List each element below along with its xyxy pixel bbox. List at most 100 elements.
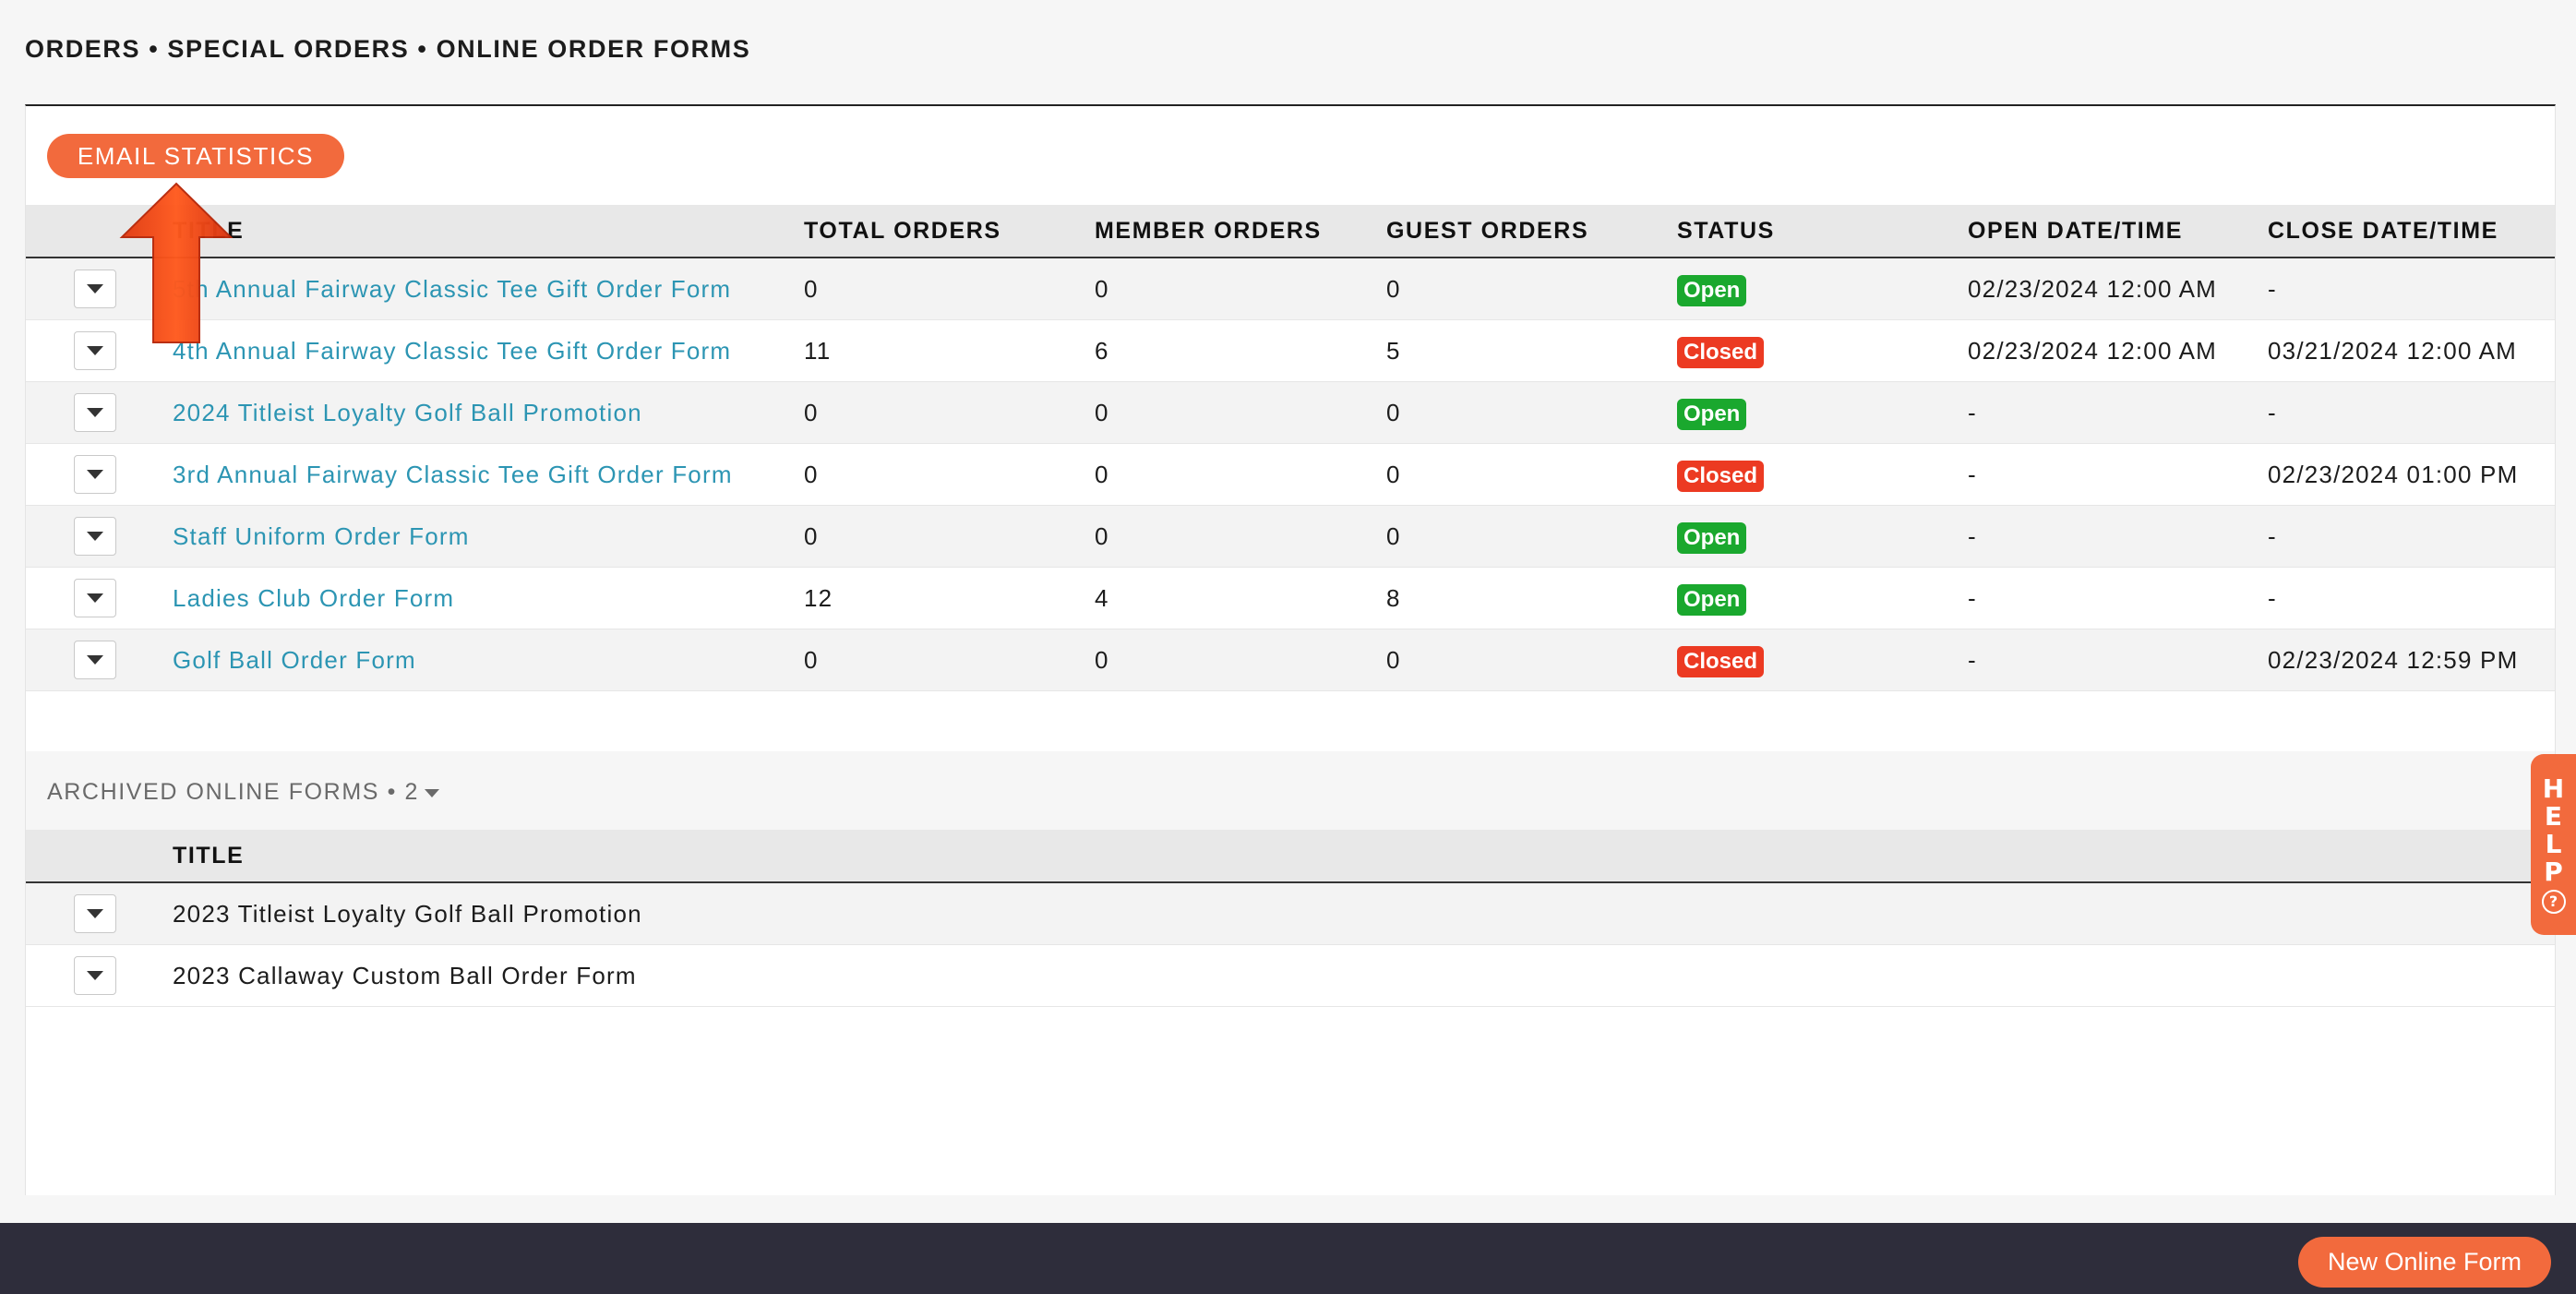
table-spacer — [26, 691, 2555, 754]
row-actions-dropdown[interactable] — [74, 894, 116, 933]
online-forms-table: TITLE TOTAL ORDERS MEMBER ORDERS GUEST O… — [26, 205, 2555, 754]
total-orders-cell: 0 — [804, 275, 819, 303]
table-row: Ladies Club Order Form 12 4 8 Open - - — [26, 568, 2555, 629]
table-row: 3rd Annual Fairway Classic Tee Gift Orde… — [26, 444, 2555, 506]
archived-forms-table: TITLE 2023 Titleist Loyalty Golf Ball Pr… — [26, 830, 2555, 1007]
table-row: 2023 Titleist Loyalty Golf Ball Promotio… — [26, 883, 2555, 945]
email-statistics-button[interactable]: EMAIL STATISTICS — [47, 134, 344, 178]
caret-down-icon — [87, 532, 103, 541]
table-row: Staff Uniform Order Form 0 0 0 Open - - — [26, 506, 2555, 568]
close-datetime-cell: 02/23/2024 01:00 PM — [2268, 461, 2519, 488]
caret-down-icon — [87, 655, 103, 665]
online-forms-panel: EMAIL STATISTICS TITLE TOTAL ORDERS MEMB… — [25, 104, 2556, 1195]
open-datetime-cell: - — [1968, 461, 1977, 488]
help-letter-p: P — [2544, 857, 2563, 887]
status-cell: Closed — [1677, 444, 1765, 505]
open-datetime-cell: - — [1968, 646, 1977, 674]
close-datetime-cell: 03/21/2024 12:00 AM — [2268, 337, 2518, 365]
status-badge: Closed — [1677, 461, 1765, 493]
form-title-link[interactable]: 3rd Annual Fairway Classic Tee Gift Orde… — [173, 444, 733, 505]
row-actions-dropdown[interactable] — [74, 331, 116, 370]
open-datetime-cell: - — [1968, 584, 1977, 612]
help-letter-h: H — [2542, 773, 2565, 804]
status-badge: Open — [1677, 522, 1747, 555]
header-guest-orders[interactable]: GUEST ORDERS — [1386, 205, 1588, 257]
member-orders-cell: 0 — [1095, 275, 1109, 303]
form-title-link[interactable]: 4th Annual Fairway Classic Tee Gift Orde… — [173, 320, 731, 381]
status-cell: Open — [1677, 382, 1747, 443]
status-badge: Closed — [1677, 337, 1765, 369]
caret-down-icon — [87, 971, 103, 980]
guest-orders-cell: 8 — [1386, 584, 1401, 612]
row-actions-dropdown[interactable] — [74, 455, 116, 494]
header-status[interactable]: STATUS — [1677, 205, 1775, 257]
total-orders-cell: 12 — [804, 584, 833, 612]
form-title-link[interactable]: Golf Ball Order Form — [173, 629, 416, 690]
guest-orders-cell: 5 — [1386, 337, 1401, 365]
status-cell: Closed — [1677, 320, 1765, 381]
close-datetime-cell: - — [2268, 275, 2277, 303]
status-badge: Closed — [1677, 646, 1765, 678]
archived-header-title[interactable]: TITLE — [173, 830, 244, 881]
archived-section-bar: ARCHIVED ONLINE FORMS • 2 — [26, 751, 2555, 830]
form-title-link[interactable]: 5th Annual Fairway Classic Tee Gift Orde… — [173, 258, 731, 319]
member-orders-cell: 6 — [1095, 337, 1109, 365]
row-actions-dropdown[interactable] — [74, 270, 116, 308]
total-orders-cell: 11 — [804, 337, 832, 365]
header-close-datetime[interactable]: CLOSE DATE/TIME — [2268, 205, 2498, 257]
status-badge: Open — [1677, 275, 1747, 307]
header-member-orders[interactable]: MEMBER ORDERS — [1095, 205, 1322, 257]
header-open-datetime[interactable]: OPEN DATE/TIME — [1968, 205, 2183, 257]
caret-down-icon — [87, 593, 103, 603]
row-actions-dropdown[interactable] — [74, 517, 116, 556]
open-datetime-cell: - — [1968, 522, 1977, 550]
close-datetime-cell: 02/23/2024 12:59 PM — [2268, 646, 2519, 674]
archived-form-title: 2023 Callaway Custom Ball Order Form — [173, 962, 637, 989]
archived-form-title: 2023 Titleist Loyalty Golf Ball Promotio… — [173, 900, 642, 928]
row-actions-dropdown[interactable] — [74, 956, 116, 995]
caret-down-icon — [87, 284, 103, 294]
header-total-orders[interactable]: TOTAL ORDERS — [804, 205, 1001, 257]
status-cell: Open — [1677, 568, 1747, 629]
table-row: 2023 Callaway Custom Ball Order Form — [26, 945, 2555, 1007]
archived-forms-label: ARCHIVED ONLINE FORMS • 2 — [47, 779, 419, 805]
open-datetime-cell: - — [1968, 399, 1977, 426]
table-body: 5th Annual Fairway Classic Tee Gift Orde… — [26, 258, 2555, 691]
table-row: Golf Ball Order Form 0 0 0 Closed - 02/23/2024… — [26, 629, 2555, 691]
question-circle-icon: ? — [2541, 890, 2566, 914]
caret-down-icon — [87, 470, 103, 479]
breadcrumb: ORDERS • SPECIAL ORDERS • ONLINE ORDER F… — [25, 35, 751, 63]
footer-bar: New Online Form — [0, 1223, 2576, 1294]
total-orders-cell: 0 — [804, 522, 819, 550]
member-orders-cell: 0 — [1095, 646, 1109, 674]
guest-orders-cell: 0 — [1386, 522, 1401, 550]
form-title-link[interactable]: Ladies Club Order Form — [173, 568, 454, 629]
row-actions-dropdown[interactable] — [74, 641, 116, 679]
help-letter-l: L — [2545, 829, 2562, 859]
guest-orders-cell: 0 — [1386, 646, 1401, 674]
status-badge: Open — [1677, 584, 1747, 617]
open-datetime-cell: 02/23/2024 12:00 AM — [1968, 337, 2218, 365]
table-row: 4th Annual Fairway Classic Tee Gift Orde… — [26, 320, 2555, 382]
row-actions-dropdown[interactable] — [74, 579, 116, 617]
close-datetime-cell: - — [2268, 584, 2277, 612]
caret-down-icon — [87, 408, 103, 417]
form-title-link[interactable]: Staff Uniform Order Form — [173, 506, 470, 567]
member-orders-cell: 4 — [1095, 584, 1109, 612]
archived-forms-toggle[interactable]: ARCHIVED ONLINE FORMS • 2 — [47, 779, 439, 806]
row-actions-dropdown[interactable] — [74, 393, 116, 432]
form-title-link[interactable]: 2024 Titleist Loyalty Golf Ball Promotio… — [173, 382, 642, 443]
archived-table-header: TITLE — [26, 830, 2555, 883]
guest-orders-cell: 0 — [1386, 275, 1401, 303]
help-letter-e: E — [2544, 801, 2563, 832]
total-orders-cell: 0 — [804, 399, 819, 426]
new-online-form-button[interactable]: New Online Form — [2298, 1237, 2551, 1288]
table-header: TITLE TOTAL ORDERS MEMBER ORDERS GUEST O… — [26, 205, 2555, 258]
open-datetime-cell: 02/23/2024 12:00 AM — [1968, 275, 2218, 303]
archived-table-body: 2023 Titleist Loyalty Golf Ball Promotio… — [26, 883, 2555, 1007]
help-tab[interactable]: H E L P ? — [2531, 754, 2576, 935]
table-row: 5th Annual Fairway Classic Tee Gift Orde… — [26, 258, 2555, 320]
member-orders-cell: 0 — [1095, 399, 1109, 426]
caret-down-icon — [87, 909, 103, 918]
total-orders-cell: 0 — [804, 646, 819, 674]
